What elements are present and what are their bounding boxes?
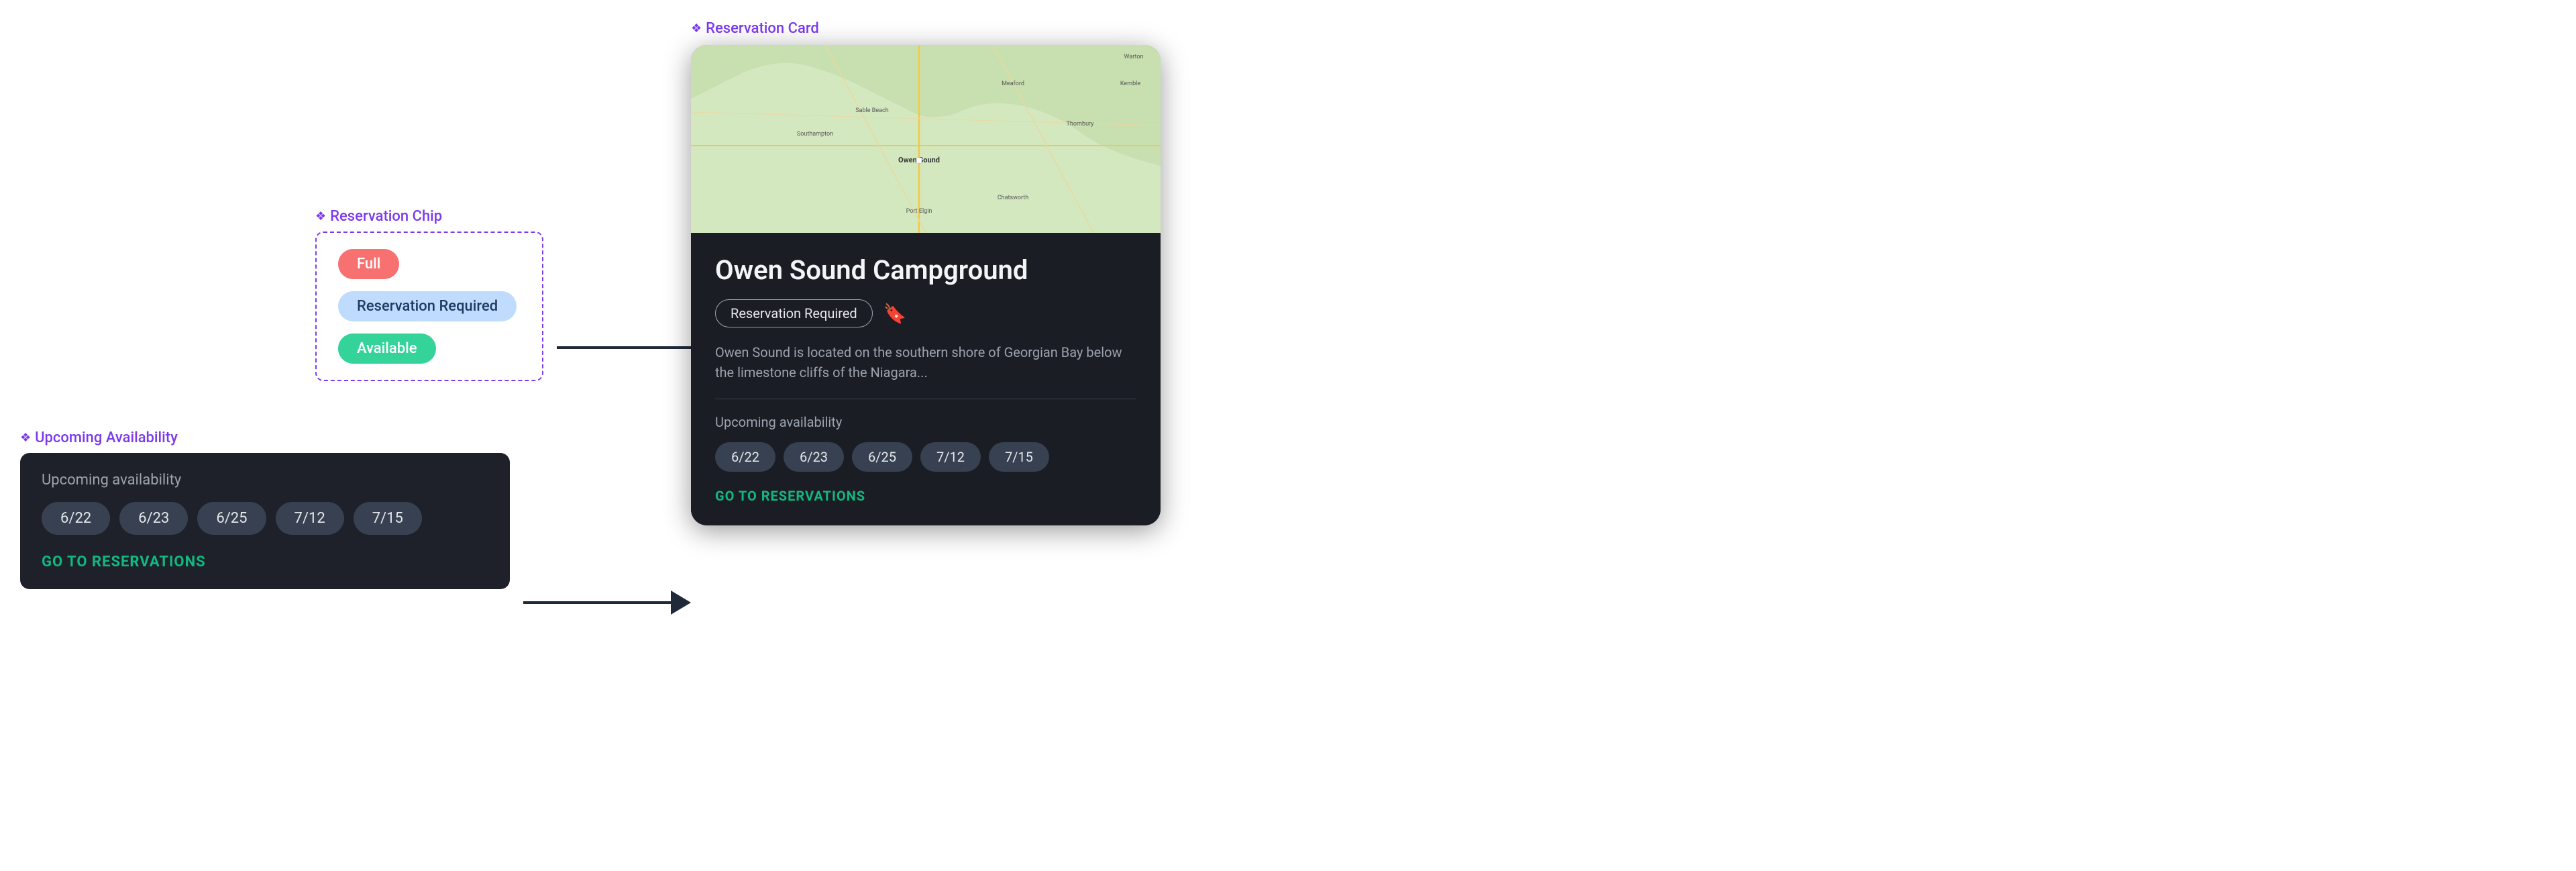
date-chip-4[interactable]: 7/15	[354, 502, 422, 535]
card-map: Owen Sound Southampton Thornbury Sable B…	[691, 45, 1161, 233]
date-chip-0[interactable]: 6/22	[42, 502, 110, 535]
chip-reservation-required: Reservation Required	[338, 291, 517, 321]
arrow-line-1	[557, 346, 704, 349]
card-chips-row: Reservation Required 🔖	[715, 299, 1136, 327]
card-date-chip-0[interactable]: 6/22	[715, 442, 775, 472]
svg-text:Kemble: Kemble	[1120, 81, 1140, 87]
reservation-card-section-label: Reservation Card	[691, 20, 1161, 37]
card-go-to-reservations-button[interactable]: GO TO RESERVATIONS	[715, 488, 1136, 504]
card-availability-label: Upcoming availability	[715, 414, 1136, 430]
upcoming-availability-label: Upcoming Availability	[20, 429, 510, 446]
card-date-chip-4[interactable]: 7/15	[989, 442, 1049, 472]
card-date-chip-2[interactable]: 6/25	[852, 442, 912, 472]
reservation-card: Owen Sound Southampton Thornbury Sable B…	[691, 45, 1161, 525]
arrow-head-2	[671, 591, 691, 615]
card-body: Owen Sound Campground Reservation Requir…	[691, 233, 1161, 525]
svg-text:Chatsworth: Chatsworth	[998, 195, 1028, 201]
svg-text:Thornbury: Thornbury	[1067, 121, 1095, 127]
map-svg: Owen Sound Southampton Thornbury Sable B…	[691, 45, 1161, 233]
card-description: Owen Sound is located on the southern sh…	[715, 342, 1136, 382]
reservation-card-section: Reservation Card Owen Sound Southampton …	[691, 20, 1161, 525]
date-chip-2[interactable]: 6/25	[197, 502, 266, 535]
card-date-chips-row: 6/22 6/23 6/25 7/12 7/15	[715, 442, 1136, 472]
chip-box: Full Reservation Required Available	[315, 232, 543, 381]
chip-available: Available	[338, 334, 436, 364]
svg-text:Sable Beach: Sable Beach	[855, 107, 888, 114]
date-chip-3[interactable]: 7/12	[276, 502, 344, 535]
reservation-chip-section: Reservation Chip Full Reservation Requir…	[315, 208, 543, 381]
chip-full: Full	[338, 249, 399, 279]
svg-text:Southampton: Southampton	[797, 131, 833, 138]
go-to-reservations-button[interactable]: GO TO RESERVATIONS	[42, 554, 488, 570]
card-title: Owen Sound Campground	[715, 254, 1136, 286]
availability-card-label: Upcoming availability	[42, 472, 488, 489]
svg-text:Meaford: Meaford	[1002, 81, 1024, 87]
arrow-line-2	[523, 601, 671, 604]
svg-text:Port Elgin: Port Elgin	[906, 208, 932, 215]
date-chip-1[interactable]: 6/23	[119, 502, 188, 535]
card-date-chip-3[interactable]: 7/12	[920, 442, 981, 472]
card-chip-reservation-required: Reservation Required	[715, 299, 873, 327]
svg-text:Warton: Warton	[1124, 54, 1144, 60]
arrow-availability-to-card	[523, 591, 691, 615]
reservation-chip-label: Reservation Chip	[315, 208, 543, 225]
date-chips-row: 6/22 6/23 6/25 7/12 7/15	[42, 502, 488, 535]
availability-card: Upcoming availability 6/22 6/23 6/25 7/1…	[20, 453, 510, 589]
card-date-chip-1[interactable]: 6/23	[784, 442, 844, 472]
upcoming-availability-section: Upcoming Availability Upcoming availabil…	[20, 429, 510, 589]
bookmark-icon[interactable]: 🔖	[883, 303, 907, 325]
